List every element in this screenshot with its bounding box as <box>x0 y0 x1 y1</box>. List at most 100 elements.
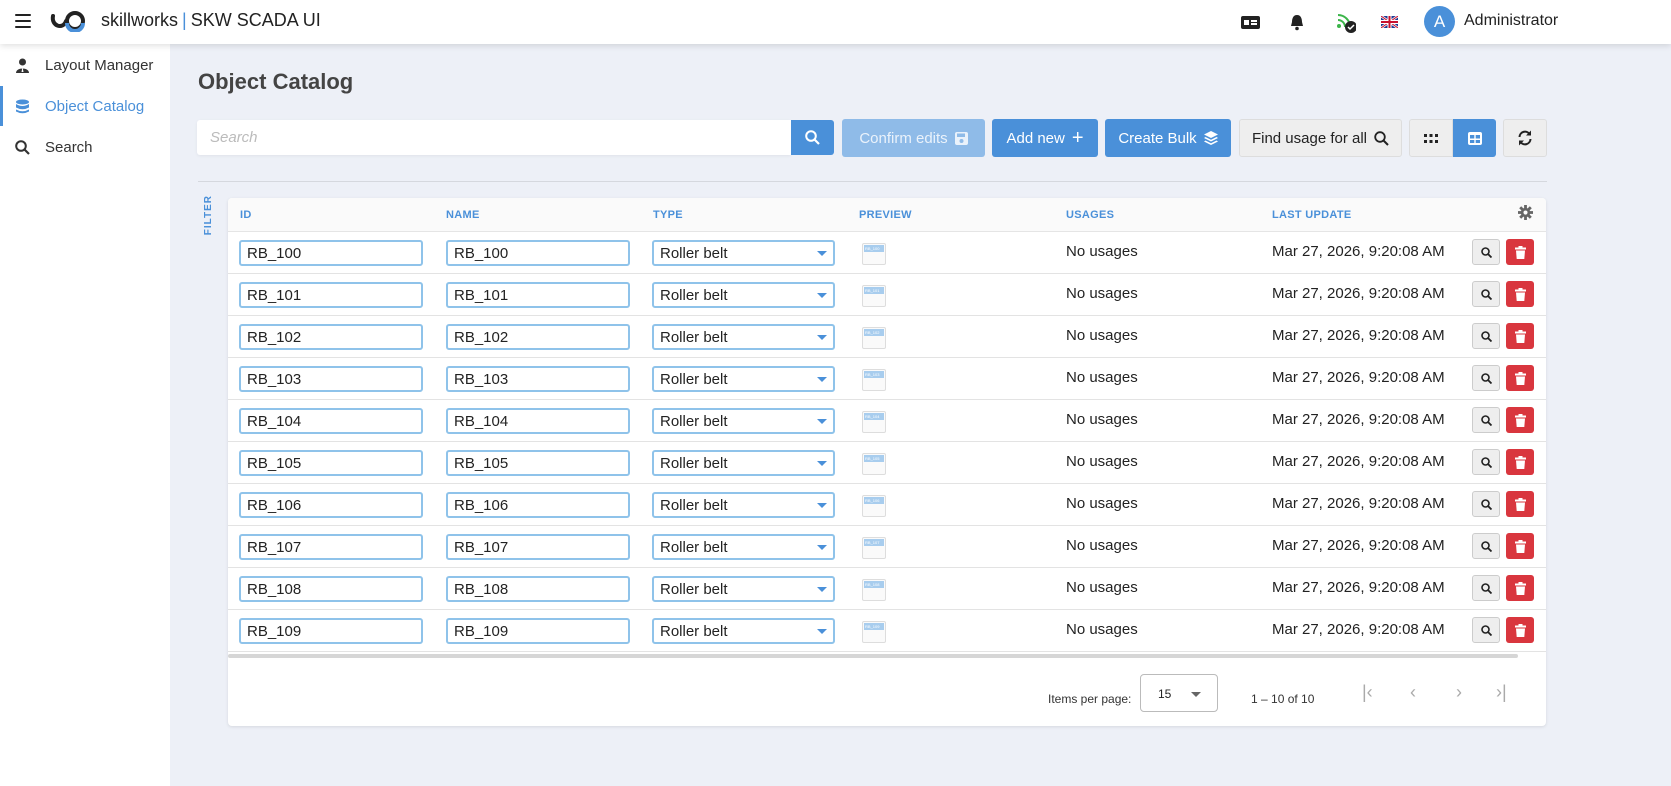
find-usage-button[interactable] <box>1472 449 1500 475</box>
horizontal-scrollbar[interactable] <box>228 654 1518 658</box>
type-select[interactable]: Roller belt <box>652 618 835 644</box>
avatar[interactable]: A <box>1424 6 1455 37</box>
last-page-icon[interactable]: ›| <box>1496 682 1507 703</box>
name-field[interactable] <box>446 618 630 644</box>
delete-button[interactable] <box>1506 533 1534 559</box>
preview-thumbnail[interactable]: RB_100 <box>862 243 886 265</box>
bell-icon[interactable] <box>1287 12 1307 32</box>
grid-view-button[interactable] <box>1409 119 1453 157</box>
refresh-button[interactable] <box>1503 119 1547 157</box>
id-field[interactable] <box>239 324 423 350</box>
column-header-id[interactable]: ID <box>240 209 252 221</box>
user-tie-icon <box>0 58 45 73</box>
save-icon <box>954 131 968 145</box>
column-header-type[interactable]: TYPE <box>653 209 683 221</box>
next-page-icon[interactable]: › <box>1456 682 1462 703</box>
delete-button[interactable] <box>1506 617 1534 643</box>
name-field[interactable] <box>446 534 630 560</box>
menu-icon[interactable] <box>15 14 31 28</box>
name-field[interactable] <box>446 450 630 476</box>
preview-thumbnail[interactable]: RB_106 <box>862 495 886 517</box>
find-usage-for-all-button[interactable]: Find usage for all <box>1239 119 1402 157</box>
delete-button[interactable] <box>1506 449 1534 475</box>
delete-button[interactable] <box>1506 239 1534 265</box>
connection-status-icon[interactable] <box>1336 12 1356 33</box>
id-field[interactable] <box>239 576 423 602</box>
find-usage-button[interactable] <box>1472 323 1500 349</box>
user-name[interactable]: Administrator <box>1464 12 1558 30</box>
first-page-icon[interactable]: |‹ <box>1362 682 1373 703</box>
find-usage-button[interactable] <box>1472 407 1500 433</box>
search-input[interactable] <box>197 120 791 155</box>
find-usage-button[interactable] <box>1472 533 1500 559</box>
name-field[interactable] <box>446 240 630 266</box>
create-bulk-button[interactable]: Create Bulk <box>1105 119 1231 157</box>
previous-page-icon[interactable]: ‹ <box>1410 682 1416 703</box>
search-button[interactable] <box>791 120 834 155</box>
preview-thumbnail[interactable]: RB_104 <box>862 411 886 433</box>
add-new-button[interactable]: Add new + <box>992 119 1098 157</box>
preview-thumbnail[interactable]: RB_103 <box>862 369 886 391</box>
id-field[interactable] <box>239 492 423 518</box>
name-field[interactable] <box>446 492 630 518</box>
type-select[interactable]: Roller belt <box>652 324 835 350</box>
table-view-button[interactable] <box>1453 119 1496 157</box>
chevron-down-icon <box>817 377 827 382</box>
type-select[interactable]: Roller belt <box>652 576 835 602</box>
name-field[interactable] <box>446 576 630 602</box>
find-usage-button[interactable] <box>1472 575 1500 601</box>
type-select[interactable]: Roller belt <box>652 408 835 434</box>
id-field[interactable] <box>239 282 423 308</box>
trash-icon <box>1514 287 1526 301</box>
id-field[interactable] <box>239 408 423 434</box>
preview-thumbnail[interactable]: RB_105 <box>862 453 886 475</box>
id-field[interactable] <box>239 618 423 644</box>
preview-thumbnail[interactable]: RB_107 <box>862 537 886 559</box>
id-card-icon[interactable] <box>1240 12 1260 32</box>
sidebar-item-object-catalog[interactable]: Object Catalog <box>0 86 170 126</box>
type-select[interactable]: Roller belt <box>652 534 835 560</box>
items-per-page-select[interactable]: 15 <box>1140 674 1218 712</box>
column-header-usages[interactable]: USAGES <box>1066 209 1114 221</box>
delete-button[interactable] <box>1506 491 1534 517</box>
gear-icon[interactable] <box>1518 205 1533 220</box>
name-field[interactable] <box>446 408 630 434</box>
type-select[interactable]: Roller belt <box>652 282 835 308</box>
id-field[interactable] <box>239 534 423 560</box>
type-select[interactable]: Roller belt <box>652 240 835 266</box>
preview-thumbnail[interactable]: RB_102 <box>862 327 886 349</box>
type-select[interactable]: Roller belt <box>652 450 835 476</box>
filter-toggle[interactable]: FILTER <box>203 195 214 235</box>
delete-button[interactable] <box>1506 407 1534 433</box>
uk-flag-icon[interactable] <box>1379 12 1399 32</box>
type-select[interactable]: Roller belt <box>652 492 835 518</box>
find-usage-button[interactable] <box>1472 365 1500 391</box>
preview-thumbnail[interactable]: RB_108 <box>862 579 886 601</box>
name-field[interactable] <box>446 366 630 392</box>
find-usage-button[interactable] <box>1472 239 1500 265</box>
refresh-icon <box>1518 130 1532 146</box>
name-field[interactable] <box>446 324 630 350</box>
sidebar-item-search[interactable]: Search <box>0 127 170 167</box>
confirm-edits-button[interactable]: Confirm edits <box>842 119 985 157</box>
find-usage-button[interactable] <box>1472 281 1500 307</box>
delete-button[interactable] <box>1506 323 1534 349</box>
type-select[interactable]: Roller belt <box>652 366 835 392</box>
chevron-down-icon <box>817 335 827 340</box>
find-usage-button[interactable] <box>1472 491 1500 517</box>
delete-button[interactable] <box>1506 365 1534 391</box>
items-per-page-label: Items per page: <box>1048 692 1132 706</box>
id-field[interactable] <box>239 450 423 476</box>
preview-thumbnail[interactable]: RB_101 <box>862 285 886 307</box>
preview-thumbnail[interactable]: RB_109 <box>862 621 886 643</box>
name-field[interactable] <box>446 282 630 308</box>
delete-button[interactable] <box>1506 575 1534 601</box>
column-header-last-update[interactable]: LAST UPDATE <box>1272 209 1351 221</box>
sidebar-item-layout-manager[interactable]: Layout Manager <box>0 45 170 85</box>
delete-button[interactable] <box>1506 281 1534 307</box>
id-field[interactable] <box>239 366 423 392</box>
find-usage-button[interactable] <box>1472 617 1500 643</box>
preview-label: RB_101 <box>864 287 884 294</box>
id-field[interactable] <box>239 240 423 266</box>
column-header-name[interactable]: NAME <box>446 209 480 221</box>
